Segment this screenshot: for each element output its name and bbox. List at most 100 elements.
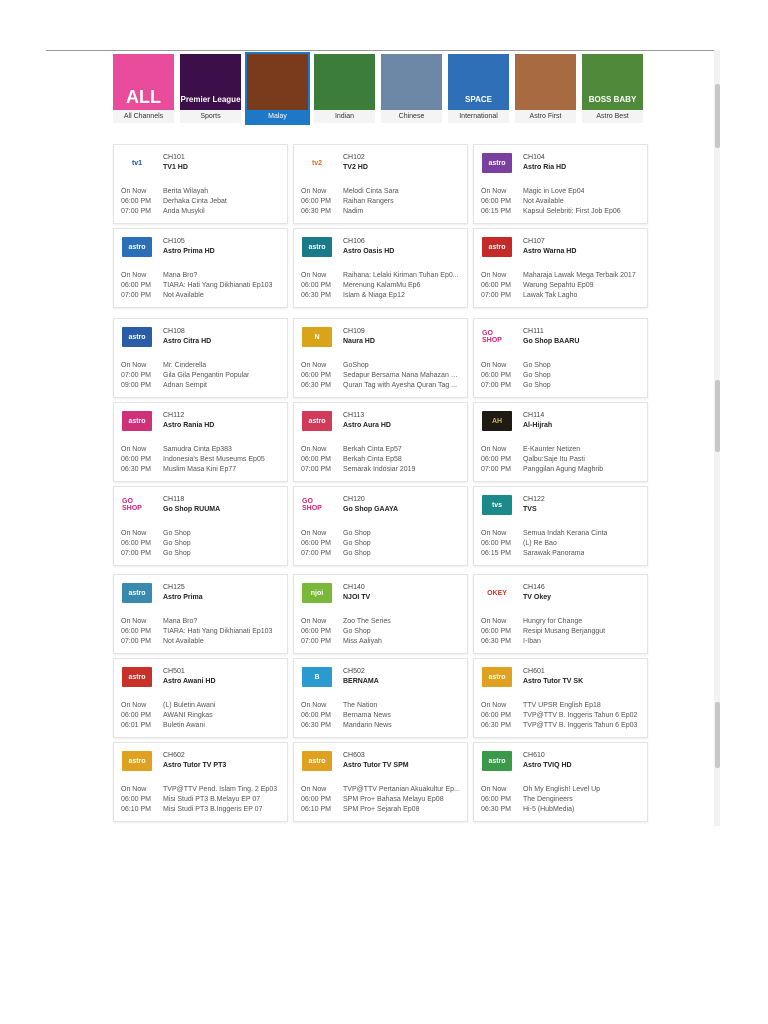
channel-card[interactable]: GO SHOP CH111 Go Shop BAARU On Now Go Shop 06… — [473, 318, 648, 398]
category-tab-7[interactable]: BOSS BABY Astro Best — [582, 54, 643, 123]
channel-card[interactable]: astro CH113 Astro Aura HD On Now Berkah Cint… — [293, 402, 468, 482]
category-tab-4[interactable]: Chinese — [381, 54, 442, 123]
channel-card[interactable]: astro CH112 Astro Rania HD On Now Samudra Ci… — [113, 402, 288, 482]
channel-card[interactable]: astro CH108 Astro Citra HD On Now Mr. Cinder… — [113, 318, 288, 398]
schedule-time: 06:00 PM — [301, 372, 331, 379]
category-tab-1[interactable]: Premier League Sports — [180, 54, 241, 123]
program-title: AWANI Ringkas — [163, 712, 213, 719]
schedule-list: On Now Maharaja Lawak Mega Terbaik 2017 06… — [481, 271, 643, 301]
channel-number: CH120 — [343, 496, 365, 503]
program-title: Panggilan Agung Maghrib — [523, 466, 604, 473]
scrollbar-thumb-2[interactable] — [715, 380, 720, 452]
channel-card[interactable]: astro CH104 Astro Ria HD On Now Magic in Lov… — [473, 144, 648, 224]
category-tab-3[interactable]: Indian — [314, 54, 375, 123]
schedule-time: On Now — [121, 618, 147, 625]
scrollbar-thumb-1[interactable] — [715, 84, 720, 148]
schedule-row: 06:00 PM TIARA: Hati Yang Dikhianati Ep10… — [121, 281, 283, 291]
channel-card[interactable]: tv2 CH102 TV2 HD On Now Melodi Cinta Sara 06:… — [293, 144, 468, 224]
channel-card[interactable]: astro CH601 Astro Tutor TV SK On Now TTV UPS… — [473, 658, 648, 738]
channel-number: CH602 — [163, 752, 185, 759]
channel-name: TVS — [523, 506, 537, 513]
channel-logo: astro — [122, 237, 152, 257]
program-title: Go Shop — [163, 550, 191, 557]
schedule-row: 07:00 PM Not Available — [121, 291, 283, 301]
schedule-row: 06:00 PM (L) Re Bao — [481, 539, 643, 549]
schedule-row: 06:30 PM Muslim Masa Kini Ep77 — [121, 465, 283, 475]
channel-card[interactable]: astro CH610 Astro TVIQ HD On Now Oh My Engli… — [473, 742, 648, 822]
channel-card[interactable]: astro CH603 Astro Tutor TV SPM On Now TVP@TT… — [293, 742, 468, 822]
channel-card[interactable]: astro CH501 Astro Awani HD On Now (L) Buleti… — [113, 658, 288, 738]
category-thumbnail-text: ALL — [126, 87, 161, 107]
channel-logo: astro — [302, 237, 332, 257]
program-title: (L) Re Bao — [523, 540, 557, 547]
category-tab-0[interactable]: ALL All Channels — [113, 54, 174, 123]
schedule-time: 07:00 PM — [121, 208, 151, 215]
schedule-row: 06:15 PM Sarawak Panorama — [481, 549, 643, 559]
category-label: Astro Best — [582, 110, 643, 123]
category-tab-2[interactable]: Malay — [245, 52, 310, 125]
channel-number: CH122 — [523, 496, 545, 503]
channel-card[interactable]: njoi CH140 NJOI TV On Now Zoo The Series 06:0… — [293, 574, 468, 654]
channel-card[interactable]: astro CH107 Astro Warna HD On Now Maharaja L… — [473, 228, 648, 308]
program-title: Hungry for Change — [523, 618, 583, 625]
channel-card[interactable]: astro CH106 Astro Oasis HD On Now Raihana: L… — [293, 228, 468, 308]
channel-number: CH501 — [163, 668, 185, 675]
program-title: TVP@TTV B. Inggeris Tahun 6 Ep03 — [523, 722, 638, 729]
channel-card[interactable]: astro CH602 Astro Tutor TV PT3 On Now TVP@TT… — [113, 742, 288, 822]
scrollbar-thumb-3[interactable] — [715, 702, 720, 768]
program-title: TTV UPSR English Ep18 — [523, 702, 601, 709]
program-title: Go Shop — [343, 550, 371, 557]
schedule-row: 06:30 PM Nadim — [301, 207, 463, 217]
channel-name: Astro Oasis HD — [343, 248, 395, 255]
schedule-list: On Now Berkah Cinta Ep57 06:00 PM Berkah Ci… — [301, 445, 463, 475]
program-title: Hi-5 (HubMedia) — [523, 806, 575, 813]
program-title: Go Shop — [343, 540, 371, 547]
program-title: Berita Wilayah — [163, 188, 209, 195]
program-title: SPM Pro+ Bahasa Melayu Ep08 — [343, 796, 444, 803]
channel-card[interactable]: astro CH105 Astro Prima HD On Now Mana Bro? 0… — [113, 228, 288, 308]
program-title: Not Available — [523, 198, 564, 205]
category-tab-6[interactable]: Astro First — [515, 54, 576, 123]
program-title: Bernama News — [343, 712, 391, 719]
channel-logo: B — [302, 667, 332, 687]
program-title: Sedapur Bersama Nana Mahazan E... — [343, 372, 461, 379]
channel-card[interactable]: GO SHOP CH118 Go Shop RUUMA On Now Go Shop 06… — [113, 486, 288, 566]
channel-logo: astro — [482, 751, 512, 771]
channel-card[interactable]: GO SHOP CH120 Go Shop GAAYA On Now Go Shop 06… — [293, 486, 468, 566]
channel-card[interactable]: astro CH125 Astro Prima On Now Mana Bro? 06:0… — [113, 574, 288, 654]
schedule-time: On Now — [301, 702, 327, 709]
category-thumbnail: SPACE — [448, 54, 509, 110]
category-tab-5[interactable]: SPACE International — [448, 54, 509, 123]
schedule-row: On Now Berita Wilayah — [121, 187, 283, 197]
schedule-row: On Now Melodi Cinta Sara — [301, 187, 463, 197]
program-title: Raihana: Lelaki Kiriman Tuhan Ep0... — [343, 272, 459, 279]
channel-card[interactable]: B CH502 BERNAMA On Now The Nation 06:00 PM Ber… — [293, 658, 468, 738]
schedule-list: On Now TVP@TTV Pertanian Akuakultur Ep...… — [301, 785, 463, 815]
program-title: Mana Bro? — [163, 272, 198, 279]
channel-logo: OKEY — [482, 583, 512, 603]
program-title: Semua Indah Kerana Cinta — [523, 530, 608, 537]
schedule-list: On Now Berita Wilayah 06:00 PM Derhaka Cint… — [121, 187, 283, 217]
category-thumbnail — [515, 54, 576, 110]
channel-card[interactable]: AH CH114 Al-Hijrah On Now E-Kaunter Netizen 0… — [473, 402, 648, 482]
channel-card[interactable]: tv1 CH101 TV1 HD On Now Berita Wilayah 06:00 … — [113, 144, 288, 224]
schedule-time: On Now — [121, 530, 147, 537]
channel-number: CH603 — [343, 752, 365, 759]
program-title: Quran Tag with Ayesha Quran Tag ... — [343, 382, 458, 389]
channel-number: CH146 — [523, 584, 545, 591]
channel-number: CH112 — [163, 412, 185, 419]
schedule-row: 07:00 PM Go Shop — [301, 549, 463, 559]
schedule-list: On Now Samudra Cinta Ep383 06:00 PM Indones… — [121, 445, 283, 475]
schedule-row: 06:10 PM Misi Studi PT3 B.Inggeris EP 07 — [121, 805, 283, 815]
channel-card[interactable]: tvs CH122 TVS On Now Semua Indah Kerana Cint… — [473, 486, 648, 566]
schedule-time: 07:00 PM — [301, 550, 331, 557]
channel-card[interactable]: OKEY CH146 TV Okey On Now Hungry for Change 0… — [473, 574, 648, 654]
schedule-row: 06:00 PM Go Shop — [481, 371, 643, 381]
program-title: Islam & Niaga Ep12 — [343, 292, 405, 299]
schedule-time: 09:00 PM — [121, 382, 151, 389]
schedule-row: On Now E-Kaunter Netizen — [481, 445, 643, 455]
channel-card[interactable]: N CH109 Naura HD On Now GoShop 06:00 PM Sedapu… — [293, 318, 468, 398]
program-title: Buletin Awani — [163, 722, 205, 729]
channel-logo: AH — [482, 411, 512, 431]
schedule-row: 09:00 PM Adnan Sempit — [121, 381, 283, 391]
